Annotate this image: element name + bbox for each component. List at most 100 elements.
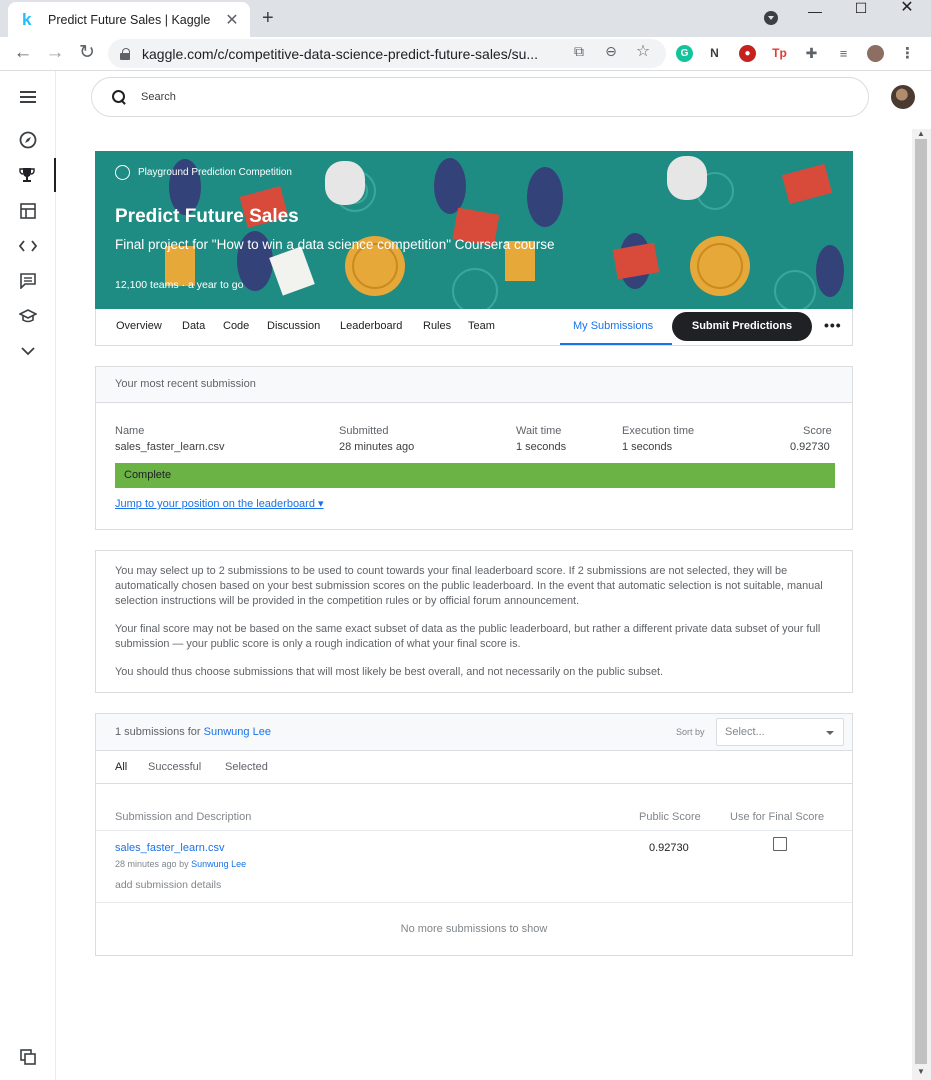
submitted-label: Submitted [339,425,389,437]
execution-time-value: 1 seconds [622,441,673,453]
tab-team[interactable]: Team [468,320,495,332]
submit-predictions-button[interactable]: Submit Predictions [672,312,812,341]
filter-tabs: All Successful Selected [96,751,852,784]
extension-n-icon[interactable]: N [706,45,723,62]
code-icon[interactable] [0,229,56,263]
column-final-score: Use for Final Score [730,811,825,823]
column-public-score: Public Score [639,811,701,823]
count-text: 1 submissions for [115,726,201,738]
back-icon[interactable]: ← [12,43,34,63]
page-scrollbar[interactable]: ▲ ▼ [912,129,931,1080]
grammarly-extension-icon[interactable]: G [676,45,693,62]
badge-label: Playground Prediction Competition [138,167,292,178]
use-for-final-score-checkbox[interactable] [773,837,787,851]
hamburger-menu-icon[interactable] [0,80,56,114]
scroll-up-icon[interactable]: ▲ [917,129,925,138]
search-input[interactable]: Search [91,77,869,117]
lock-icon[interactable] [120,47,130,60]
dropdown-caret-icon[interactable] [826,731,834,735]
tab-rules[interactable]: Rules [423,320,451,332]
compass-icon[interactable] [0,123,56,157]
chevron-down-icon[interactable] [0,334,56,368]
wait-time-value: 1 seconds [516,441,567,453]
scroll-down-icon[interactable]: ▼ [917,1067,925,1076]
user-avatar[interactable] [891,85,915,109]
badge-icon [115,165,130,180]
tab-overview[interactable]: Overview [116,320,162,332]
filter-all[interactable]: All [115,761,127,773]
wait-time-label: Wait time [516,425,562,437]
submission-by: by [179,859,189,869]
submissions-header: 1 submissions for Sunwung Lee Sort by Se… [96,714,852,751]
competition-type-badge: Playground Prediction Competition [115,165,292,180]
competition-subtitle: Final project for "How to win a data sci… [115,237,555,252]
minimize-icon[interactable]: — [792,4,838,19]
sort-label: Sort by [676,727,705,737]
execution-time-label: Execution time [622,425,695,437]
learn-graduation-cap-icon[interactable] [0,299,56,333]
translate-icon[interactable]: ⧉ [570,43,588,60]
discussion-icon[interactable] [0,264,56,298]
sort-select[interactable]: Select... [716,718,844,746]
competition-banner: Playground Prediction Competition Predic… [95,151,853,309]
browser-tab-strip: k Predict Future Sales | Kaggle ✕ + — ☐ … [0,0,931,37]
score-label: Score [803,425,832,437]
submission-user-link[interactable]: Sunwung Lee [191,859,246,869]
caret-down-icon[interactable]: ▾ [318,498,324,510]
profile-avatar[interactable] [867,45,884,62]
maximize-icon[interactable]: ☐ [838,1,884,16]
close-tab-icon[interactable]: ✕ [224,10,240,30]
forward-icon[interactable]: → [44,43,66,63]
time-remaining: a year to go [187,279,244,291]
tab-data[interactable]: Data [182,320,205,332]
submission-public-score: 0.92730 [649,842,689,854]
window-close-icon[interactable]: ✕ [884,0,930,16]
bookmark-star-icon[interactable]: ☆ [634,41,652,61]
browser-tab[interactable]: k Predict Future Sales | Kaggle ✕ [8,2,250,37]
competition-meta: 12,100 teams · a year to go [115,279,243,291]
view-active-events-icon[interactable] [0,1040,56,1074]
add-submission-details-link[interactable]: add submission details [115,879,221,891]
more-options-icon[interactable]: ••• [824,317,842,333]
header-divider [96,830,852,831]
scroll-thumb[interactable] [915,139,927,1064]
submission-time: 28 minutes ago [115,859,177,869]
row-divider [96,902,852,903]
tab-leaderboard[interactable]: Leaderboard [340,320,402,332]
competition-title: Predict Future Sales [115,206,299,227]
name-label: Name [115,425,145,437]
info-paragraph-2: Your final score may not be based on the… [115,623,821,650]
media-control-icon[interactable]: ≡ [835,45,852,62]
url-text[interactable]: kaggle.com/c/competitive-data-science-pr… [142,46,572,62]
reload-icon[interactable]: ↻ [76,43,98,63]
tab-search-icon[interactable] [764,11,778,25]
browser-menu-icon[interactable]: ⋮ [899,45,916,62]
trophy-icon[interactable] [0,158,56,192]
recent-submission-heading: Your most recent submission [96,367,852,403]
extension-red-icon[interactable]: ● [739,45,756,62]
search-placeholder: Search [141,91,176,103]
tab-code[interactable]: Code [223,320,249,332]
info-paragraph-3: You should thus choose submissions that … [115,666,664,678]
tab-my-submissions[interactable]: My Submissions [573,320,653,332]
selection-info-card: You may select up to 2 submissions to be… [95,550,853,693]
filter-selected[interactable]: Selected [225,761,268,773]
sort-placeholder[interactable]: Select... [725,726,765,738]
name-value: sales_faster_learn.csv [115,441,225,453]
submission-file-link[interactable]: sales_faster_learn.csv [115,842,224,854]
active-tab-indicator [560,343,672,345]
new-tab-icon[interactable]: + [262,8,274,28]
filter-successful[interactable]: Successful [148,761,201,773]
extensions-puzzle-icon[interactable]: ✚ [803,45,820,62]
tab-discussion[interactable]: Discussion [267,320,320,332]
user-link[interactable]: Sunwung Lee [204,726,271,738]
submissions-card: 1 submissions for Sunwung Lee Sort by Se… [95,713,853,956]
submissions-count: 1 submissions for Sunwung Lee [115,726,271,738]
extension-tp-icon[interactable]: Tp [771,45,788,62]
column-submission-description: Submission and Description [115,811,252,823]
table-icon[interactable] [0,194,56,228]
browser-toolbar: ← → ↻ kaggle.com/c/competitive-data-scie… [0,37,931,71]
jump-link-label[interactable]: Jump to your position on the leaderboard [115,498,315,510]
jump-to-leaderboard-link[interactable]: Jump to your position on the leaderboard… [115,497,324,510]
zoom-icon[interactable]: ⊖ [602,43,620,60]
